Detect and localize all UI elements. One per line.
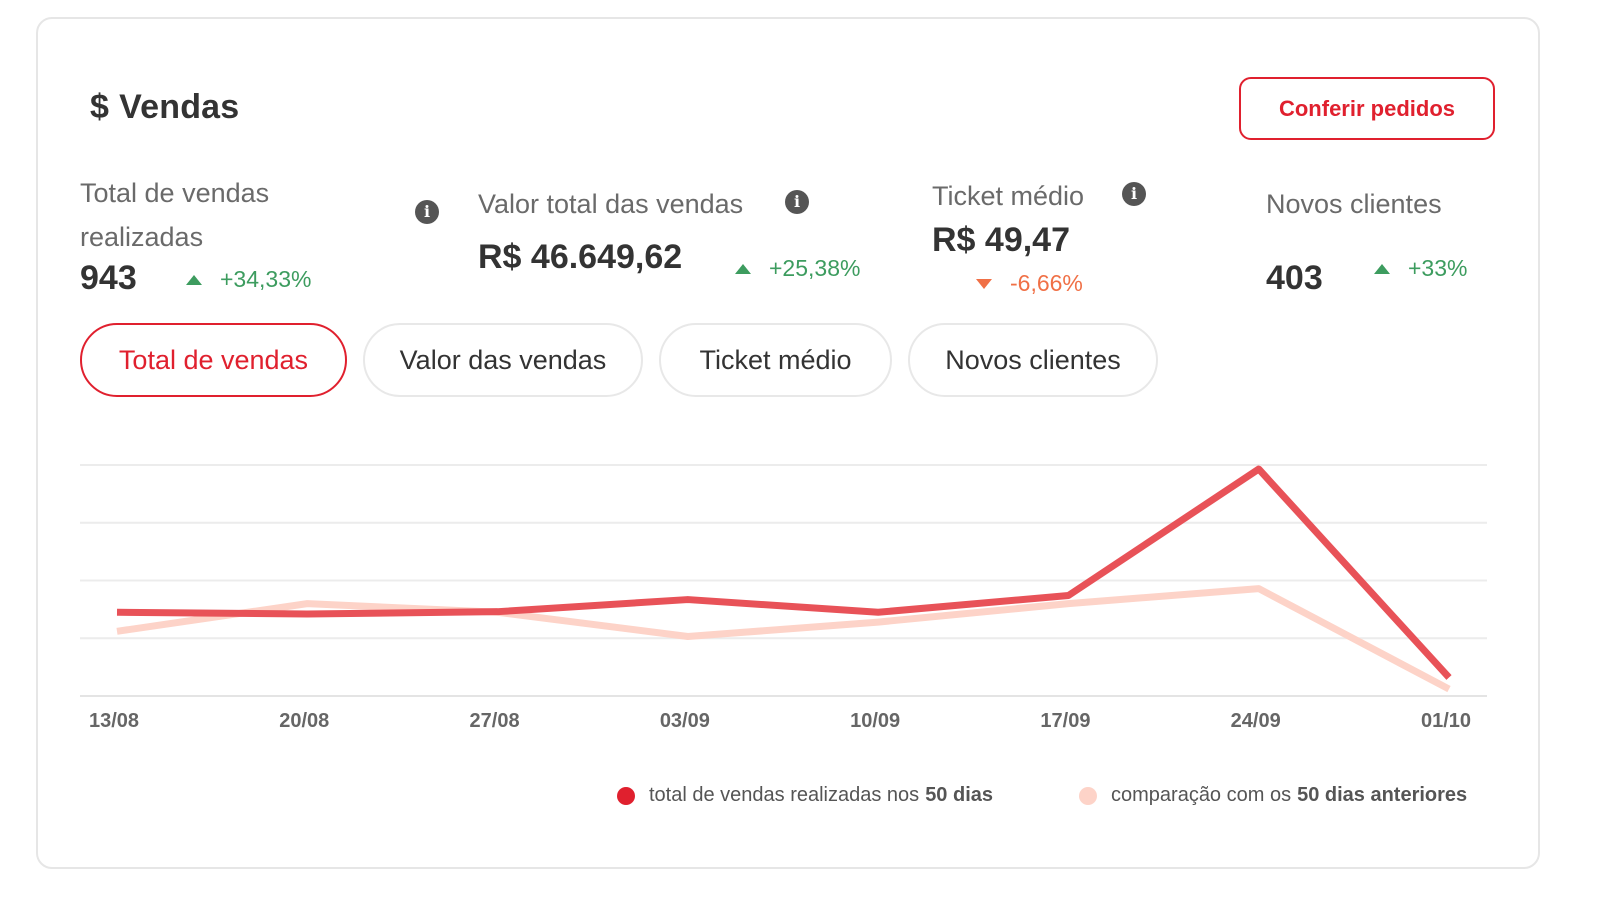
legend-item-current: total de vendas realizadas nos 50 dias — [617, 784, 993, 807]
x-tick-label: 01/10 — [1421, 710, 1471, 732]
legend-text: total de vendas realizadas nos — [649, 784, 920, 806]
sales-line-chart: 13/08 20/08 27/08 03/09 10/09 17/09 24/09 01/10 — [80, 464, 1487, 732]
x-tick-label: 13/08 — [89, 710, 139, 732]
series-line-current — [116, 465, 1452, 680]
legend-text: comparação com os — [1111, 784, 1292, 806]
x-tick-label: 24/09 — [1231, 710, 1281, 732]
x-tick-label: 17/09 — [1040, 710, 1090, 732]
x-tick-label: 27/08 — [470, 710, 520, 732]
x-tick-label: 20/08 — [279, 710, 329, 732]
legend-bold: 50 dias — [925, 784, 994, 806]
legend-dot-previous — [1079, 786, 1097, 805]
x-tick-label: 03/09 — [660, 710, 710, 732]
x-tick-label: 10/09 — [850, 710, 900, 732]
legend-bold: 50 dias anteriores — [1297, 784, 1468, 806]
legend-dot-current — [617, 786, 635, 805]
legend-item-previous: comparação com os 50 dias anteriores — [1079, 784, 1467, 807]
